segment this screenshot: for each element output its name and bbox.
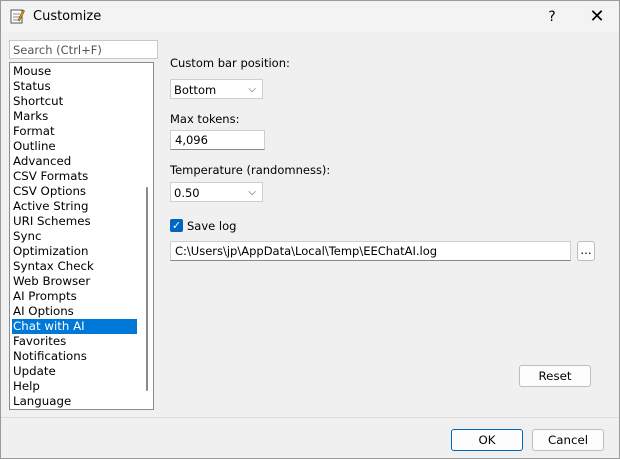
sidebar-item-help[interactable]: Help: [12, 379, 137, 394]
sidebar-item-web-browser[interactable]: Web Browser: [12, 274, 137, 289]
sidebar-item-uri-schemes[interactable]: URI Schemes: [12, 214, 137, 229]
temperature-label: Temperature (randomness):: [170, 163, 331, 177]
sidebar-item-active-string[interactable]: Active String: [12, 199, 137, 214]
customize-dialog: Customize ? ✕ MouseStatusShortcutMarksFo…: [0, 0, 620, 459]
sidebar-item-chat-with-ai[interactable]: Chat with AI: [12, 319, 137, 334]
temperature-select[interactable]: 0.50 ⌵: [170, 182, 263, 202]
sidebar-item-language[interactable]: Language: [12, 394, 137, 409]
sidebar-item-format[interactable]: Format: [12, 124, 137, 139]
window-title: Customize: [33, 9, 102, 24]
title-bar: Customize ? ✕: [1, 1, 619, 32]
category-list[interactable]: Mouse Status Shortcut Marks Format Outline Adv…: [9, 62, 154, 410]
checkmark-icon: ✓: [171, 219, 182, 232]
sidebar-item-favorites[interactable]: Favorites: [12, 334, 137, 349]
save-log-label: Save log: [187, 219, 237, 233]
sidebar-item-shortcut[interactable]: Shortcut: [12, 94, 137, 109]
bar-position-value: Bottom: [174, 83, 217, 97]
sidebar-item-mouse[interactable]: Mouse: [12, 64, 137, 79]
sidebar-item-outline[interactable]: Outline: [12, 139, 137, 154]
sidebar-item-sync[interactable]: Sync: [12, 229, 137, 244]
sidebar-item-update[interactable]: Update: [12, 364, 137, 379]
max-tokens-label: Max tokens:: [170, 112, 240, 126]
bar-position-select[interactable]: Bottom ⌵: [170, 79, 263, 99]
temperature-value: 0.50: [174, 186, 200, 200]
chevron-down-icon: ⌵: [248, 84, 256, 95]
scroll-thumb[interactable]: [146, 187, 148, 391]
ok-button[interactable]: OK: [451, 429, 523, 451]
sidebar-item-optimization[interactable]: Optimization: [12, 244, 137, 259]
max-tokens-field[interactable]: 4,096: [170, 130, 265, 150]
reset-button[interactable]: Reset: [519, 365, 591, 387]
close-button[interactable]: ✕: [581, 5, 613, 29]
search-input[interactable]: [9, 40, 158, 59]
list-scrollbar[interactable]: [143, 63, 153, 409]
sidebar-item-csv-formats[interactable]: CSV Formats: [12, 169, 137, 184]
sidebar-item-advanced[interactable]: Advanced: [12, 154, 137, 169]
log-path-field[interactable]: C:\Users\jp\AppData\Local\Temp\EEChatAI.…: [170, 241, 571, 261]
sidebar-item-ai-prompts[interactable]: AI Prompts: [12, 289, 137, 304]
sidebar-item-syntax-check[interactable]: Syntax Check: [12, 259, 137, 274]
browse-button[interactable]: ...: [577, 241, 595, 261]
help-button[interactable]: ?: [537, 5, 567, 29]
sidebar-item-notifications[interactable]: Notifications: [12, 349, 137, 364]
sidebar-item-marks[interactable]: Marks: [12, 109, 137, 124]
chevron-down-icon: ⌵: [248, 187, 256, 198]
bar-position-label: Custom bar position:: [170, 56, 290, 70]
cancel-button[interactable]: Cancel: [532, 429, 604, 451]
sidebar-item-status[interactable]: Status: [12, 79, 137, 94]
save-log-checkbox[interactable]: ✓: [170, 219, 183, 232]
sidebar-item-ai-options[interactable]: AI Options: [12, 304, 137, 319]
footer-divider: [1, 417, 619, 418]
sidebar-item-csv-options[interactable]: CSV Options: [12, 184, 137, 199]
notepad-icon: [10, 9, 25, 24]
